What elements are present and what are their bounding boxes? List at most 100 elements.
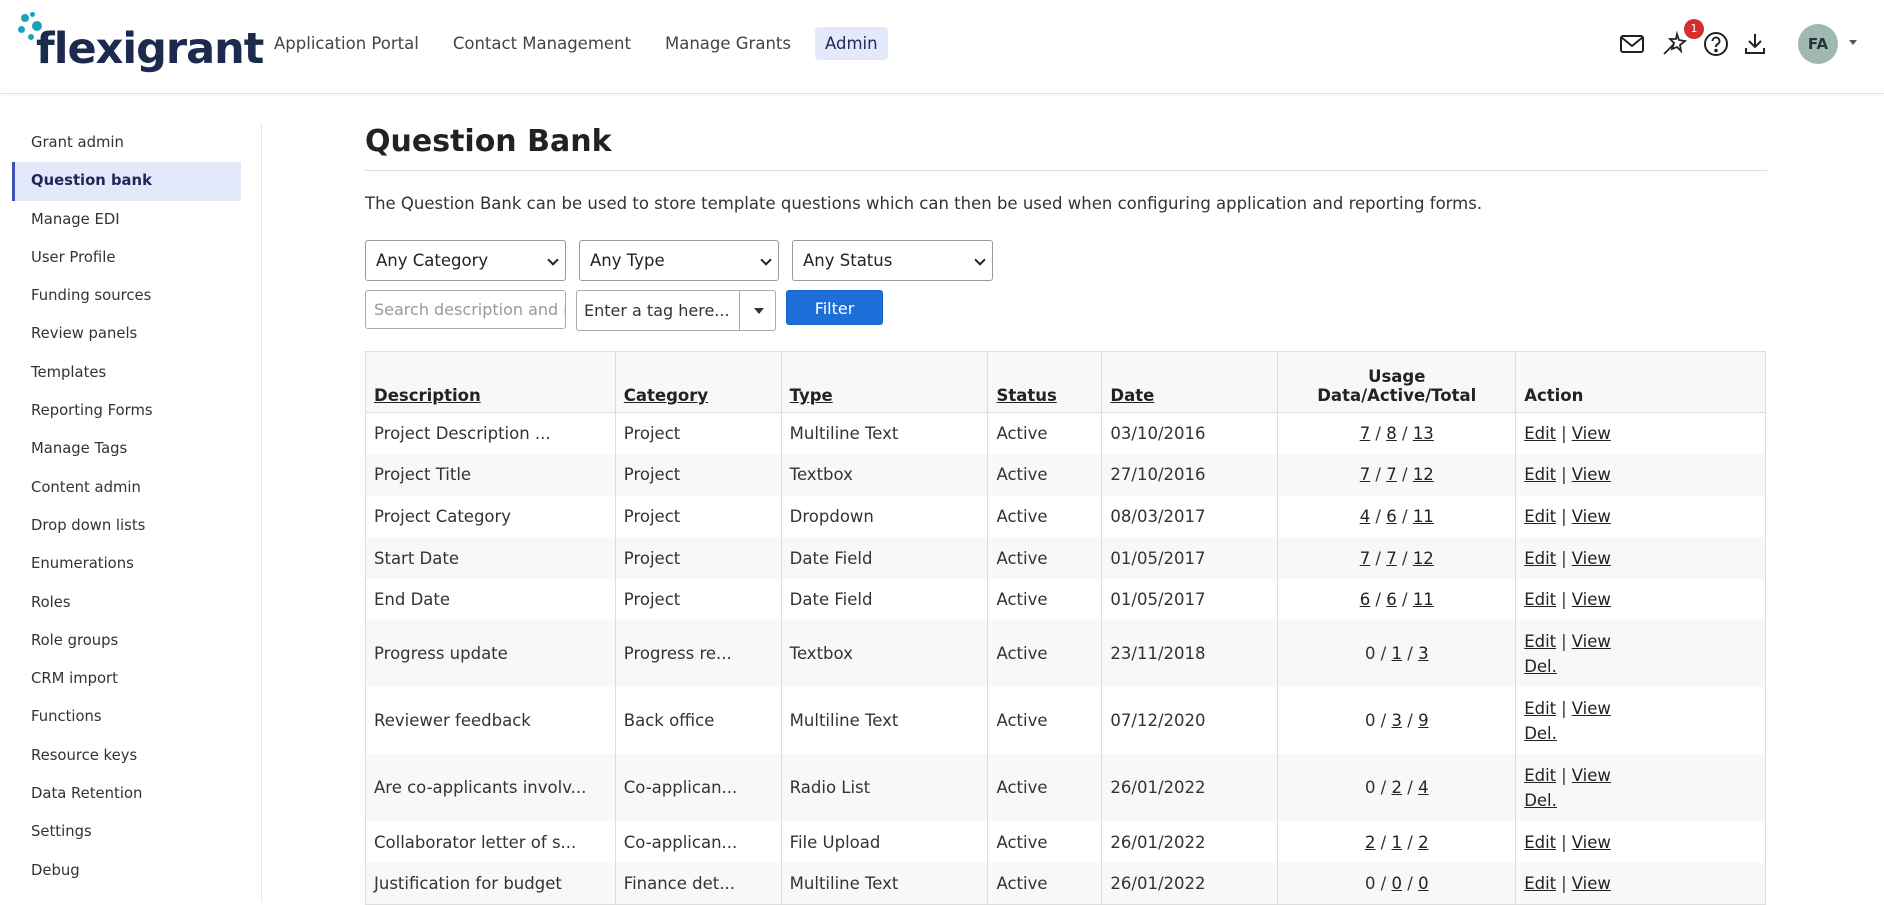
sidebar-item-crm-import[interactable]: CRM import <box>12 660 241 698</box>
view-link[interactable]: View <box>1572 549 1611 568</box>
usage-active-link[interactable]: 6 <box>1386 590 1397 609</box>
download-icon[interactable] <box>1741 30 1769 58</box>
sidebar-item-role-groups[interactable]: Role groups <box>12 622 241 660</box>
view-link[interactable]: View <box>1572 766 1611 785</box>
sidebar-item-roles[interactable]: Roles <box>12 584 241 622</box>
header-status[interactable]: Status <box>987 351 1103 413</box>
delete-link[interactable]: Del. <box>1524 657 1557 676</box>
header-type[interactable]: Type <box>780 351 989 413</box>
view-link[interactable]: View <box>1572 699 1611 718</box>
usage-active-link[interactable]: 7 <box>1386 465 1397 484</box>
usage-active-link[interactable]: 1 <box>1392 833 1403 852</box>
sidebar-item-funding-sources[interactable]: Funding sources <box>12 277 241 315</box>
nav-manage-grants[interactable]: Manage Grants <box>655 27 801 60</box>
usage-total-link[interactable]: 11 <box>1413 507 1434 526</box>
usage-data-link[interactable]: 4 <box>1360 507 1371 526</box>
usage-total-link[interactable]: 12 <box>1413 549 1434 568</box>
edit-link[interactable]: Edit <box>1524 766 1556 785</box>
cell-date: 03/10/2016 <box>1101 412 1279 455</box>
sidebar-item-reporting-forms[interactable]: Reporting Forms <box>12 392 241 430</box>
header-description[interactable]: Description <box>365 351 616 413</box>
sidebar-item-question-bank[interactable]: Question bank <box>12 162 241 201</box>
usage-total-link[interactable]: 2 <box>1418 833 1429 852</box>
cell-date: 08/03/2017 <box>1101 495 1279 538</box>
cell-description: Justification for budget <box>365 863 616 905</box>
usage-active-link[interactable]: 8 <box>1386 424 1397 443</box>
view-link[interactable]: View <box>1572 465 1611 484</box>
mail-icon[interactable] <box>1618 30 1646 58</box>
usage-total-link[interactable]: 11 <box>1413 590 1434 609</box>
caret-down-icon[interactable] <box>754 308 764 314</box>
user-avatar[interactable]: FA <box>1798 24 1838 64</box>
status-select[interactable]: Any Status <box>792 240 993 281</box>
usage-active-link[interactable]: 3 <box>1392 711 1403 730</box>
view-link[interactable]: View <box>1572 424 1611 443</box>
usage-data-link[interactable]: 2 <box>1365 833 1376 852</box>
nav-application-portal[interactable]: Application Portal <box>264 27 429 60</box>
sidebar-item-content-admin[interactable]: Content admin <box>12 469 241 507</box>
usage-active-link[interactable]: 2 <box>1392 778 1403 797</box>
edit-link[interactable]: Edit <box>1524 424 1556 443</box>
edit-link[interactable]: Edit <box>1524 699 1556 718</box>
view-link[interactable]: View <box>1572 874 1611 893</box>
usage-data-link[interactable]: 7 <box>1360 465 1371 484</box>
help-icon[interactable] <box>1702 30 1730 58</box>
sidebar-item-enumerations[interactable]: Enumerations <box>12 545 241 583</box>
tag-input[interactable]: Enter a tag here... <box>576 290 776 331</box>
cell-date: 01/05/2017 <box>1101 537 1279 579</box>
usage-active-link[interactable]: 0 <box>1392 874 1403 893</box>
nav-admin[interactable]: Admin <box>814 27 888 60</box>
filter-button[interactable]: Filter <box>786 290 883 325</box>
page-title: Question Bank <box>365 124 612 159</box>
usage-total-link[interactable]: 3 <box>1418 644 1429 663</box>
edit-link[interactable]: Edit <box>1524 465 1556 484</box>
edit-link[interactable]: Edit <box>1524 507 1556 526</box>
edit-link[interactable]: Edit <box>1524 833 1556 852</box>
delete-link[interactable]: Del. <box>1524 791 1557 810</box>
usage-data-link[interactable]: 7 <box>1360 549 1371 568</box>
usage-active-link[interactable]: 6 <box>1386 507 1397 526</box>
sidebar-item-data-retention[interactable]: Data Retention <box>12 775 241 813</box>
sidebar-item-resource-keys[interactable]: Resource keys <box>12 737 241 775</box>
sidebar-item-user-profile[interactable]: User Profile <box>12 239 241 277</box>
sidebar-item-templates[interactable]: Templates <box>12 354 241 392</box>
sidebar-item-manage-edi[interactable]: Manage EDI <box>12 201 241 239</box>
usage-total-link[interactable]: 4 <box>1418 778 1429 797</box>
wand-icon[interactable] <box>1660 30 1688 58</box>
cell-action: Edit | View <box>1515 537 1766 579</box>
sidebar-item-debug[interactable]: Debug <box>12 852 241 890</box>
usage-active-link[interactable]: 7 <box>1386 549 1397 568</box>
search-input[interactable]: Search description and n <box>365 290 566 329</box>
category-select[interactable]: Any Category <box>365 240 566 281</box>
header-action: Action <box>1515 351 1766 413</box>
edit-link[interactable]: Edit <box>1524 549 1556 568</box>
edit-link[interactable]: Edit <box>1524 874 1556 893</box>
table-row: End Date Project Date Field Active 01/05/201… <box>365 578 1766 621</box>
usage-total-link[interactable]: 13 <box>1413 424 1434 443</box>
usage-active-link[interactable]: 1 <box>1392 644 1403 663</box>
chevron-down-icon[interactable] <box>1849 40 1857 45</box>
flexigrant-logo[interactable]: flexigrant <box>18 12 264 76</box>
usage-total-link[interactable]: 0 <box>1418 874 1429 893</box>
sidebar-item-settings[interactable]: Settings <box>12 813 241 851</box>
edit-link[interactable]: Edit <box>1524 590 1556 609</box>
nav-contact-management[interactable]: Contact Management <box>443 27 641 60</box>
view-link[interactable]: View <box>1572 590 1611 609</box>
usage-data-link[interactable]: 6 <box>1360 590 1371 609</box>
sidebar-item-review-panels[interactable]: Review panels <box>12 315 241 353</box>
view-link[interactable]: View <box>1572 632 1611 651</box>
usage-total-link[interactable]: 9 <box>1418 711 1429 730</box>
sidebar-item-manage-tags[interactable]: Manage Tags <box>12 430 241 468</box>
delete-link[interactable]: Del. <box>1524 724 1557 743</box>
edit-link[interactable]: Edit <box>1524 632 1556 651</box>
header-date[interactable]: Date <box>1101 351 1279 413</box>
view-link[interactable]: View <box>1572 507 1611 526</box>
sidebar-item-grant-admin[interactable]: Grant admin <box>12 124 241 162</box>
usage-total-link[interactable]: 12 <box>1413 465 1434 484</box>
sidebar-item-functions[interactable]: Functions <box>12 698 241 736</box>
view-link[interactable]: View <box>1572 833 1611 852</box>
usage-data-link[interactable]: 7 <box>1360 424 1371 443</box>
header-category[interactable]: Category <box>614 351 782 413</box>
sidebar-item-drop-down-lists[interactable]: Drop down lists <box>12 507 241 545</box>
type-select[interactable]: Any Type <box>579 240 779 281</box>
